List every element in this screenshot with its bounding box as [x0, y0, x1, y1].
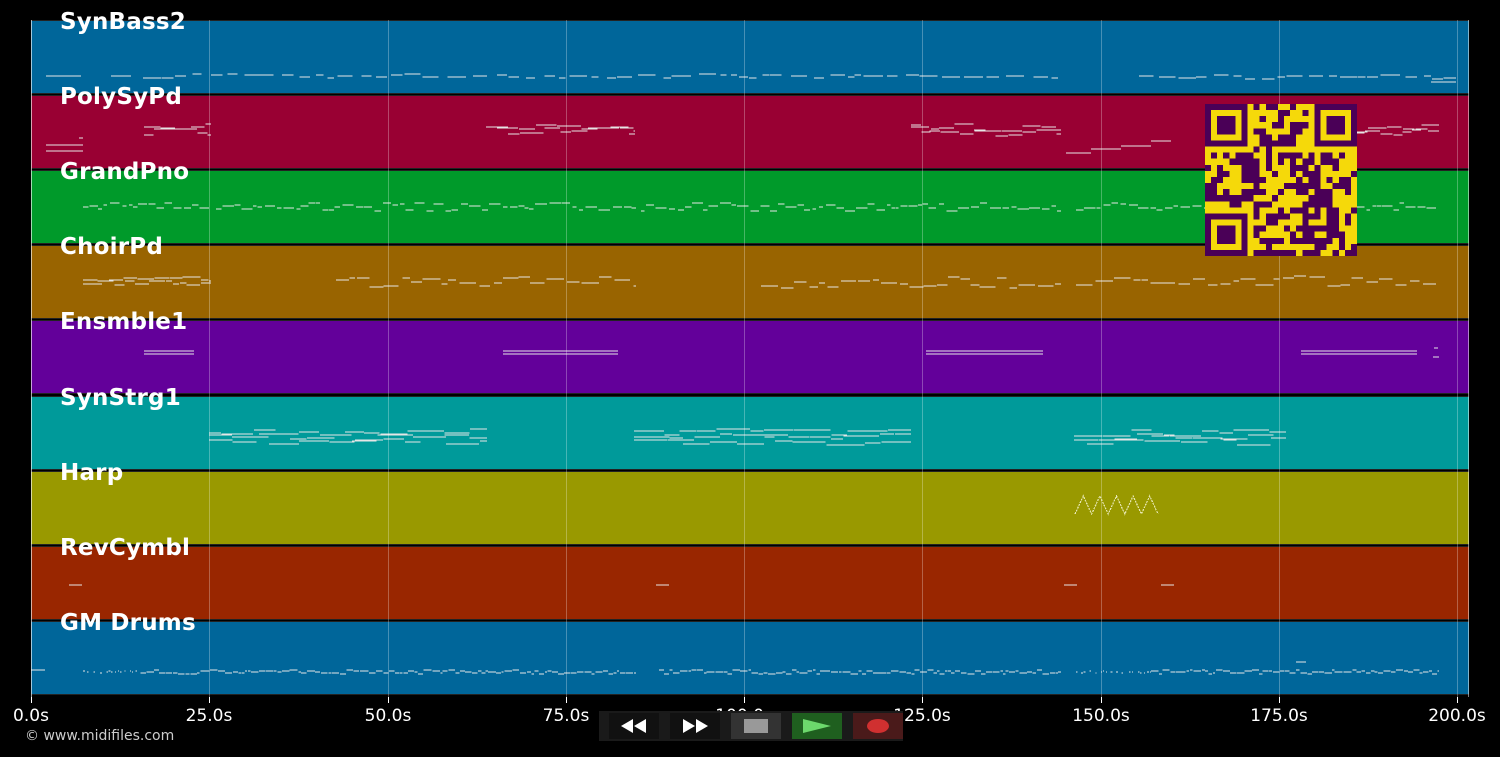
- time-tick: 200.0s: [1428, 706, 1486, 726]
- rewind-button[interactable]: [609, 713, 659, 739]
- qr-code-image: [1205, 104, 1357, 256]
- note-roll: [209, 428, 1286, 446]
- note-roll: [46, 73, 1456, 83]
- track-lane[interactable]: ChoirPd: [31, 234, 1469, 319]
- track-name: Harp: [60, 460, 124, 486]
- fast-forward-icon: [683, 719, 708, 733]
- note-roll: [1074, 494, 1159, 516]
- track-name: Ensmble1: [60, 309, 188, 335]
- transport-controls: [599, 711, 903, 741]
- time-tick: 175.0s: [1250, 706, 1308, 726]
- stop-button[interactable]: [731, 713, 781, 739]
- note-roll: [69, 584, 1174, 586]
- note-roll: [83, 275, 1436, 289]
- track-name: ChoirPd: [60, 234, 164, 260]
- stop-icon: [744, 719, 768, 733]
- qr-code: [1205, 104, 1357, 256]
- note-roll: [31, 661, 1439, 675]
- time-tick: 25.0s: [185, 706, 233, 726]
- copyright-notice: © www.midifiles.com: [25, 728, 175, 744]
- note: [1074, 494, 1159, 516]
- track-lane[interactable]: RevCymbl: [31, 535, 1469, 620]
- time-tick: 50.0s: [364, 706, 412, 726]
- track-name: SynBass2: [60, 9, 186, 35]
- track-lane[interactable]: GM Drums: [31, 610, 1469, 695]
- record-icon: [867, 719, 889, 733]
- rewind-icon: [621, 719, 646, 733]
- track-name: RevCymbl: [60, 535, 191, 561]
- fast-forward-button[interactable]: [670, 713, 720, 739]
- time-tick: 75.0s: [542, 706, 590, 726]
- track-name: GM Drums: [60, 610, 196, 636]
- track-lane[interactable]: SynBass2: [31, 9, 1469, 94]
- play-button[interactable]: [792, 713, 842, 739]
- note-roll: [144, 347, 1439, 358]
- time-tick: 150.0s: [1072, 706, 1130, 726]
- time-tick: 0.0s: [13, 706, 49, 726]
- track-name: SynStrg1: [60, 385, 181, 411]
- track-lane[interactable]: Ensmble1: [31, 309, 1469, 394]
- track-name: GrandPno: [60, 159, 190, 185]
- track-lane[interactable]: Harp: [31, 460, 1469, 545]
- play-icon: [803, 719, 831, 733]
- track-lane[interactable]: SynStrg1: [31, 385, 1469, 470]
- track-name: PolySyPd: [60, 84, 183, 110]
- record-button[interactable]: [853, 713, 903, 739]
